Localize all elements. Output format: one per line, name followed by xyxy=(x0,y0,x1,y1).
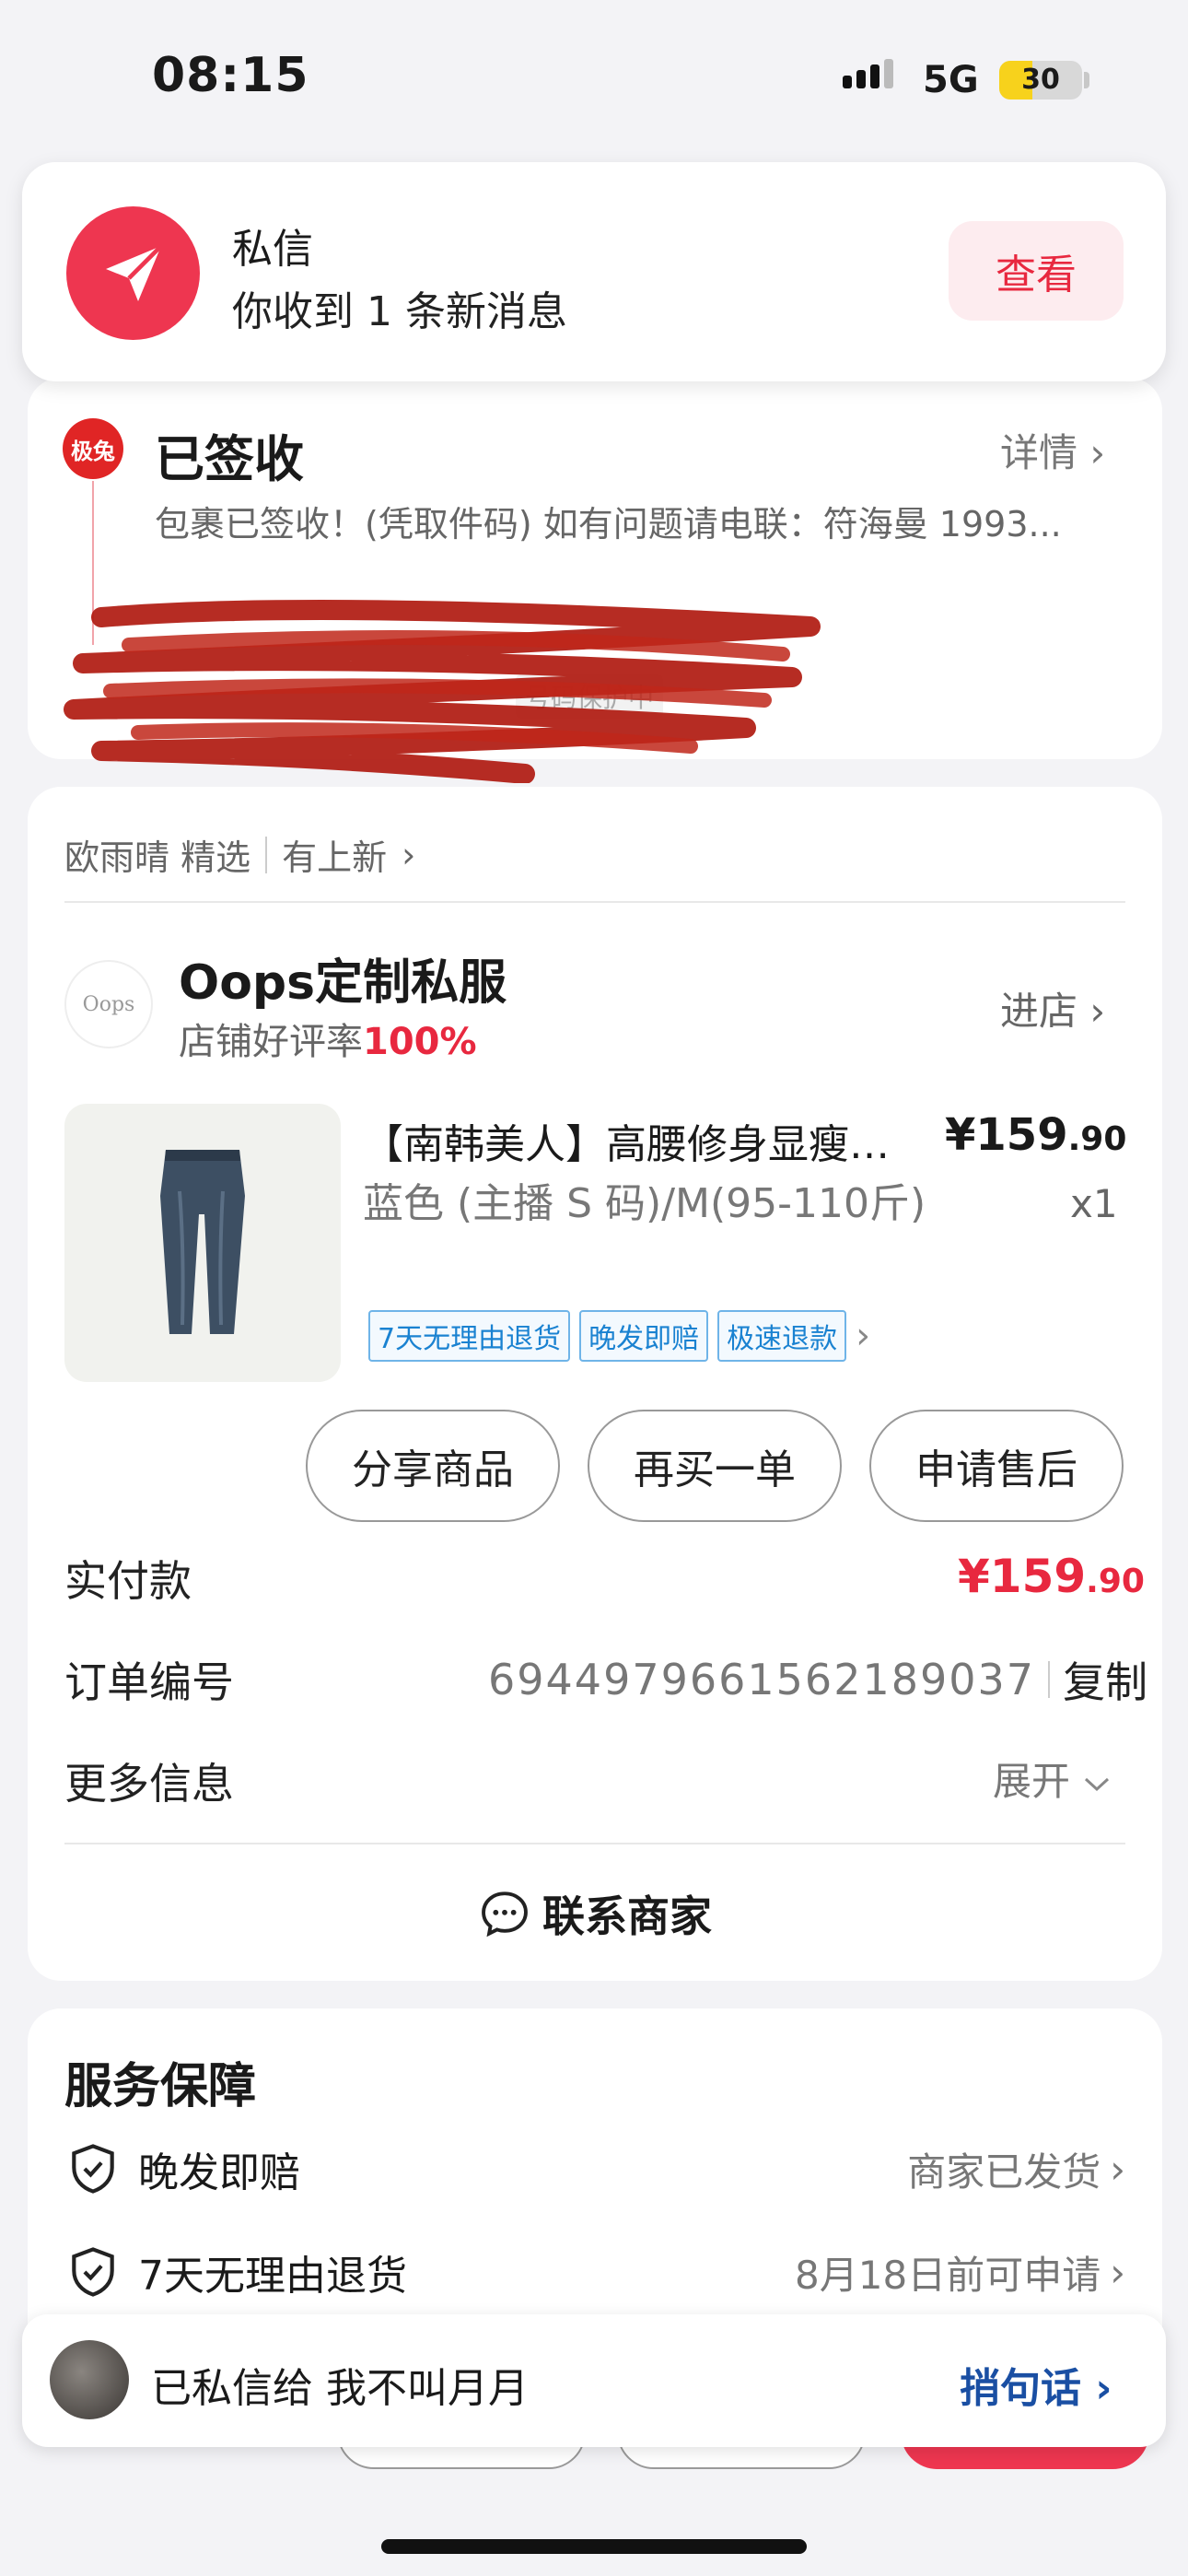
chevron-right-icon: › xyxy=(1089,989,1106,1034)
contact-merchant-button[interactable]: 联系商家 xyxy=(28,1883,1162,1944)
chevron-right-icon: › xyxy=(856,1315,871,1357)
service-title: 服务保障 xyxy=(64,2059,257,2114)
paid-label: 实付款 xyxy=(64,1556,192,1606)
service-name: 晚发即赔 xyxy=(138,2149,300,2196)
service-name: 7天无理由退货 xyxy=(138,2253,407,2300)
enter-shop-link[interactable]: 进店 › xyxy=(1000,980,1105,1036)
shop-logo[interactable]: Oops xyxy=(64,960,153,1048)
product-title[interactable]: 【南韩美人】高腰修身显瘦牛仔裤 xyxy=(363,1111,906,1170)
order-actions: 分享商品 再买一单 申请售后 xyxy=(306,1410,1124,1522)
delivery-status: 已签收 xyxy=(155,430,304,488)
chat-bubble-icon xyxy=(482,1891,528,1938)
divider xyxy=(64,901,1125,903)
notification-message: 你收到 1 条新消息 xyxy=(232,288,567,335)
shop-name[interactable]: Oops定制私服 xyxy=(179,943,507,1013)
expand-toggle[interactable]: 展开 xyxy=(993,1751,1112,1807)
share-product-button[interactable]: 分享商品 xyxy=(306,1410,560,1522)
paid-main: ¥159 xyxy=(958,1550,1087,1603)
after-sales-button[interactable]: 申请售后 xyxy=(869,1410,1124,1522)
expand-label: 展开 xyxy=(993,1759,1071,1804)
chevron-right-icon: › xyxy=(1095,2365,1112,2412)
product-price: ¥159.90 xyxy=(945,1109,1126,1161)
status-time: 08:15 xyxy=(152,48,309,103)
product-image[interactable] xyxy=(64,1104,341,1382)
product-qty: x1 xyxy=(1070,1181,1118,1226)
paper-plane-icon xyxy=(66,206,200,340)
send-message-link[interactable]: 捎句话 › xyxy=(960,2355,1112,2414)
tag-fast-refund: 极速退款 xyxy=(717,1310,847,1362)
message-notification[interactable]: 私信 你收到 1 条新消息 查看 xyxy=(22,162,1166,381)
order-card: 欧雨晴 精选 有上新 › Oops Oops定制私服 店铺好评率100% 进店 … xyxy=(28,787,1162,1981)
service-item[interactable]: 7天无理由退货 8月18日前可申请 › xyxy=(64,2242,1125,2301)
send-message-label: 捎句话 xyxy=(960,2365,1081,2412)
paid-amount: ¥159.90 xyxy=(958,1550,1145,1603)
order-number-row: 6944979661562189037 复制 xyxy=(488,1649,1147,1710)
view-button[interactable]: 查看 xyxy=(949,221,1124,321)
battery-icon: 30 xyxy=(999,61,1082,100)
price-main: ¥159 xyxy=(945,1109,1068,1161)
divider xyxy=(64,1843,1125,1844)
curator-line[interactable]: 欧雨晴 精选 有上新 › xyxy=(64,829,415,880)
separator xyxy=(1048,1661,1051,1698)
rating-value: 100% xyxy=(363,1021,477,1063)
chevron-right-icon: › xyxy=(1110,2146,1125,2192)
avatar xyxy=(50,2340,129,2419)
chevron-down-icon xyxy=(1085,1777,1110,1792)
detail-label: 详情 xyxy=(1000,430,1078,475)
battery-level: 30 xyxy=(1021,64,1060,96)
contact-label: 联系商家 xyxy=(542,1891,712,1941)
shield-check-icon xyxy=(72,2247,114,2297)
paid-decimal: .90 xyxy=(1086,1563,1145,1600)
delivery-text: 包裹已签收！(凭取件码) 如有问题请电联：符海曼 1993... xyxy=(155,504,1062,544)
order-number-label: 订单编号 xyxy=(64,1657,234,1707)
order-number: 6944979661562189037 xyxy=(488,1655,1036,1704)
new-arrivals-link[interactable]: 有上新 xyxy=(282,829,387,880)
chevron-right-icon: › xyxy=(1110,2249,1125,2295)
redaction-scribble xyxy=(64,600,821,783)
home-indicator xyxy=(381,2539,807,2554)
price-decimal: .90 xyxy=(1067,1120,1127,1158)
separator xyxy=(265,836,268,873)
product-spec: 蓝色 (主播 S 码)/M(95-110斤) xyxy=(363,1180,926,1227)
service-tags[interactable]: 7天无理由退货 晚发即赔 极速退款 › xyxy=(368,1310,870,1362)
carrier-logo: 极兔 xyxy=(63,418,123,479)
notification-title: 私信 xyxy=(232,226,313,273)
service-status: 8月18日前可申请 xyxy=(795,2252,1101,2298)
chevron-right-icon: › xyxy=(402,834,416,875)
service-status: 商家已发货 xyxy=(907,2149,1101,2195)
chevron-right-icon: › xyxy=(1089,430,1106,475)
tag-7day-return: 7天无理由退货 xyxy=(368,1310,571,1362)
tag-late-compensation: 晚发即赔 xyxy=(579,1310,709,1362)
shield-check-icon xyxy=(72,2144,114,2194)
delivery-card[interactable]: 极兔 已签收 详情 › 包裹已签收！(凭取件码) 如有问题请电联：符海曼 199… xyxy=(28,378,1162,783)
battery-tip xyxy=(1084,72,1089,88)
copy-button[interactable]: 复制 xyxy=(1063,1649,1147,1710)
shop-rating: 店铺好评率100% xyxy=(179,1012,477,1065)
rating-label: 店铺好评率 xyxy=(179,1021,363,1063)
buy-again-button[interactable]: 再买一单 xyxy=(588,1410,842,1522)
curator-name: 欧雨晴 精选 xyxy=(64,837,251,878)
signal-strength-icon xyxy=(843,59,893,88)
network-type: 5G xyxy=(923,59,979,101)
enter-shop-label: 进店 xyxy=(1000,989,1078,1034)
sent-message-toast[interactable]: 已私信给 我不叫月月 捎句话 › xyxy=(22,2314,1166,2447)
more-info-label: 更多信息 xyxy=(64,1759,234,1809)
service-item[interactable]: 晚发即赔 商家已发货 › xyxy=(64,2139,1125,2198)
toast-text: 已私信给 我不叫月月 xyxy=(151,2365,529,2412)
delivery-detail-link[interactable]: 详情 › xyxy=(1000,422,1105,478)
